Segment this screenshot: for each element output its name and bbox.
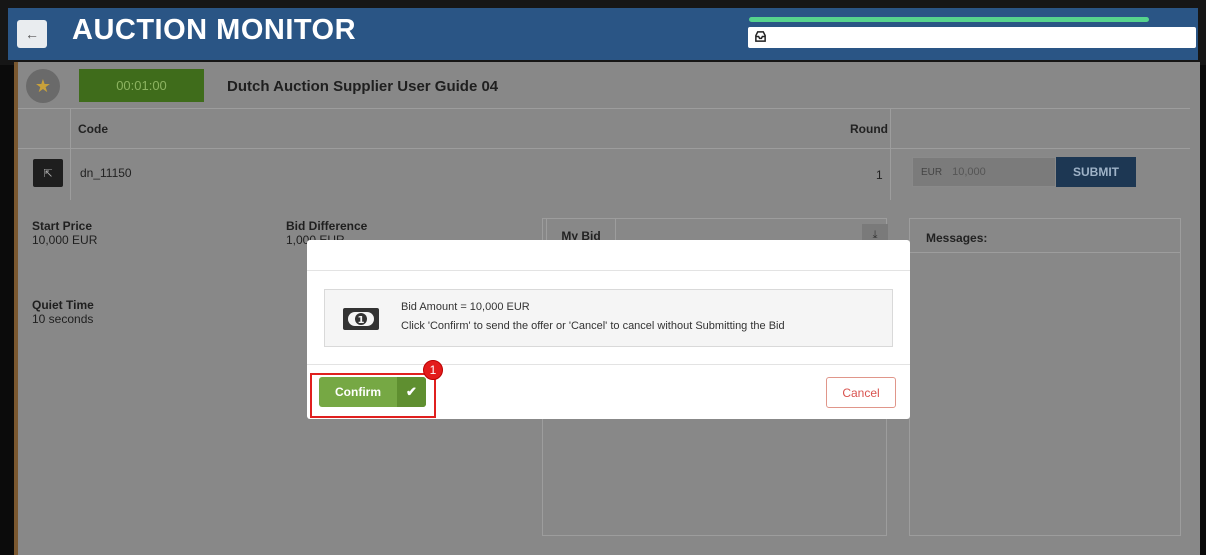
auction-name: Dutch Auction Supplier User Guide 04 <box>227 78 499 95</box>
start-price-label: Start Price <box>32 219 93 233</box>
page-title: AUCTION MONITOR <box>72 14 357 46</box>
back-button[interactable]: ← <box>17 20 47 48</box>
auction-header-row: ★ 00:01:00 Dutch Auction Supplier User G… <box>18 62 1190 108</box>
quiet-time-value: 10 seconds <box>32 312 94 326</box>
bid-amount-input[interactable]: EUR 10,000 <box>912 157 1056 187</box>
messages-panel <box>909 218 1181 536</box>
confirm-instruction-text: Click 'Confirm' to send the offer or 'Ca… <box>401 320 785 332</box>
submit-button[interactable]: SUBMIT <box>1056 157 1136 187</box>
currency-label: EUR <box>921 166 943 178</box>
step-number-badge: 1 <box>423 360 443 380</box>
cancel-button[interactable]: Cancel <box>826 377 896 408</box>
top-bar: ← AUCTION MONITOR <box>0 0 1206 65</box>
bid-amount-text: Bid Amount = 10,000 EUR <box>401 301 530 313</box>
divider <box>18 108 1190 109</box>
divider <box>18 148 1190 149</box>
favorite-button[interactable]: ★ <box>26 69 60 103</box>
round-number: 1 <box>876 168 883 182</box>
start-price-value: 10,000 EUR <box>32 233 98 247</box>
quiet-time-label: Quiet Time <box>32 298 94 312</box>
column-header-round: Round <box>850 122 888 136</box>
inbox-bar[interactable] <box>748 27 1196 48</box>
dialog-header-divider <box>307 270 910 271</box>
divider <box>890 108 891 200</box>
step-highlight-box <box>310 373 436 418</box>
money-bill-icon: 1 <box>343 308 379 330</box>
svg-text:1: 1 <box>358 315 365 326</box>
auction-code: dn_11150 <box>80 166 132 180</box>
progress-bar <box>749 17 1149 22</box>
expand-button[interactable]: ⇱ <box>33 159 63 187</box>
inbox-icon <box>755 31 766 42</box>
messages-label: Messages: <box>926 231 988 245</box>
star-icon: ★ <box>34 75 52 96</box>
divider <box>70 108 71 200</box>
bid-amount-value: 10,000 <box>952 166 986 178</box>
bid-difference-label: Bid Difference <box>286 219 368 233</box>
divider <box>909 252 1181 253</box>
expand-arrow-icon: ⇱ <box>43 167 53 180</box>
bid-summary-box: 1 Bid Amount = 10,000 EUR Click 'Confirm… <box>324 289 893 347</box>
arrow-left-icon: ← <box>25 26 39 42</box>
column-header-code: Code <box>78 122 108 136</box>
countdown-timer: 00:01:00 <box>79 69 204 102</box>
dialog-footer-divider <box>307 364 910 365</box>
